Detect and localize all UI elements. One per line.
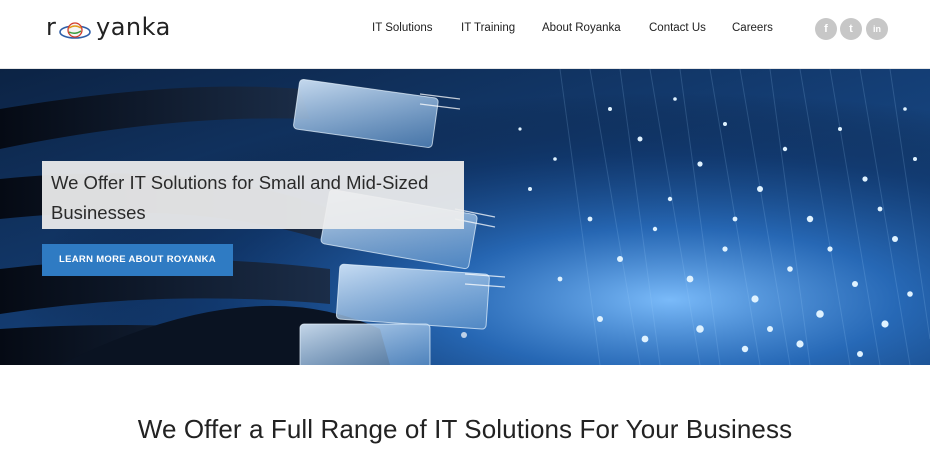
nav-item-it-training[interactable]: IT Training — [461, 22, 515, 34]
learn-more-button[interactable]: LEARN MORE ABOUT ROYANKA — [42, 244, 233, 276]
section-heading: We Offer a Full Range of IT Solutions Fo… — [137, 414, 793, 444]
twitter-icon[interactable]: t — [840, 18, 862, 40]
site-header: r yanka IT Solutions IT Training About R… — [0, 0, 930, 69]
nav-item-contact-us[interactable]: Contact Us — [649, 22, 706, 34]
nav-item-careers[interactable]: Careers — [732, 22, 773, 34]
hero-banner: We Offer IT Solutions for Small and Mid-… — [0, 69, 930, 365]
royanka-logo[interactable]: r yanka — [44, 13, 194, 53]
hero-title: We Offer IT Solutions for Small and Mid-… — [51, 172, 429, 223]
nav-item-about-royanka[interactable]: About Royanka — [542, 22, 621, 34]
logo-text-prefix: r — [46, 13, 57, 41]
globe-icon — [59, 22, 91, 39]
linkedin-icon[interactable]: in — [866, 18, 888, 40]
facebook-icon[interactable]: f — [815, 18, 837, 40]
logo-text-suffix: yanka — [96, 13, 171, 41]
hero-caption-box: We Offer IT Solutions for Small and Mid-… — [42, 161, 464, 229]
nav-item-it-solutions[interactable]: IT Solutions — [372, 22, 433, 34]
